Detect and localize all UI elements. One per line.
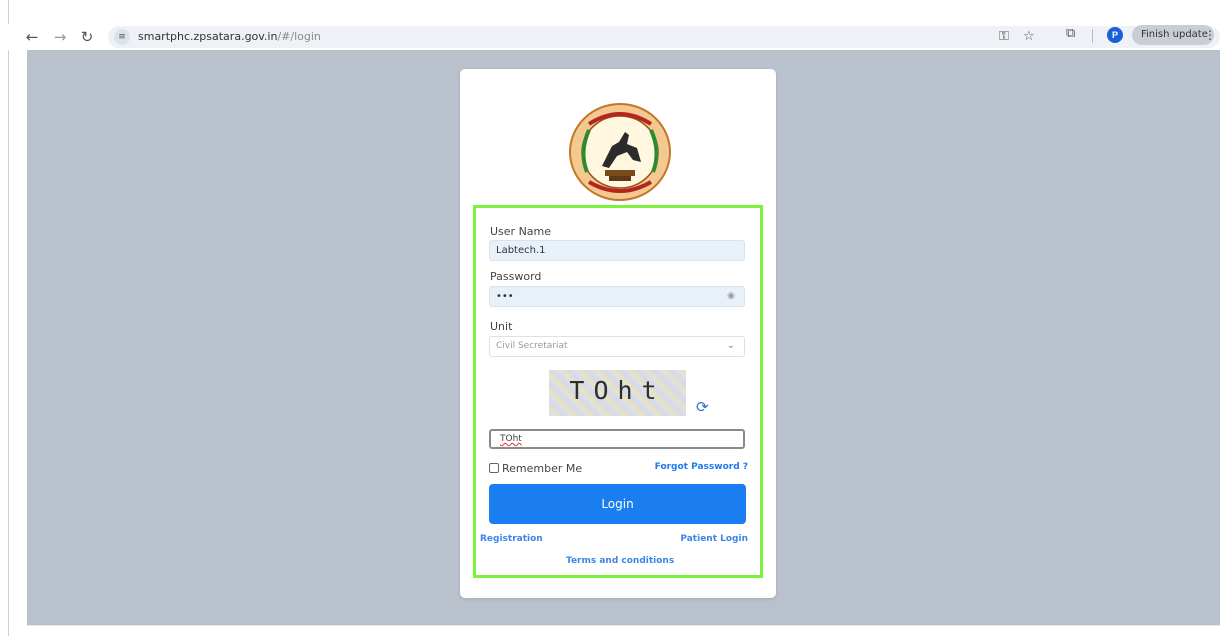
back-arrow-icon[interactable]: ←	[22, 27, 42, 47]
refresh-captcha-icon[interactable]: ⟳	[696, 399, 709, 415]
checkbox-icon[interactable]	[489, 463, 499, 473]
password-value: •••	[496, 291, 514, 302]
reload-icon[interactable]: ↻	[77, 27, 97, 47]
captcha-input-value: TOht	[500, 434, 522, 444]
menu-dots-icon[interactable]: ⋮	[1204, 24, 1216, 46]
address-bar[interactable]: ≡ smartphc.zpsatara.gov.in/#/login ⚿ ☆	[108, 26, 1220, 48]
page-viewport: User Name Labtech.1 Password ••• ◉ Unit …	[27, 50, 1220, 625]
url-text[interactable]: smartphc.zpsatara.gov.in/#/login	[138, 30, 321, 43]
login-button[interactable]: Login	[489, 484, 746, 524]
zp-satara-emblem-logo	[569, 103, 671, 201]
bookmark-star-icon[interactable]: ☆	[1023, 29, 1035, 45]
extensions-icon[interactable]: ⧉	[1066, 26, 1075, 42]
unit-selected-value: Civil Secretariat	[496, 341, 568, 351]
patient-login-link[interactable]: Patient Login	[680, 534, 748, 544]
captcha-input[interactable]: TOht	[489, 429, 745, 449]
unit-label: Unit	[490, 320, 513, 333]
terms-link[interactable]: Terms and conditions	[566, 556, 674, 566]
finish-update-button[interactable]: Finish update	[1132, 25, 1214, 45]
remember-me-label: Remember Me	[502, 462, 583, 475]
toolbar-divider	[1092, 29, 1093, 43]
site-settings-icon[interactable]: ≡	[114, 29, 130, 45]
unit-select[interactable]: Civil Secretariat ⌄	[489, 336, 745, 357]
captcha-text: TOht	[569, 376, 666, 405]
registration-link[interactable]: Registration	[480, 534, 543, 544]
login-form: User Name Labtech.1 Password ••• ◉ Unit …	[473, 205, 763, 578]
captcha-image: TOht	[549, 370, 686, 416]
forward-arrow-icon[interactable]: →	[50, 27, 70, 47]
show-password-eye-icon[interactable]: ◉	[727, 287, 735, 306]
password-input[interactable]: ••• ◉	[489, 286, 745, 307]
username-label: User Name	[490, 225, 552, 238]
password-key-icon[interactable]: ⚿	[999, 29, 1009, 45]
chevron-down-icon: ⌄	[726, 340, 735, 351]
url-host: smartphc.zpsatara.gov.in	[138, 30, 278, 43]
profile-avatar[interactable]: P	[1107, 27, 1123, 43]
password-label: Password	[490, 270, 542, 283]
browser-toolbar: ← → ↻ ≡ smartphc.zpsatara.gov.in/#/login…	[0, 24, 1229, 50]
page-bottom-edge	[27, 625, 1220, 626]
url-path: /#/login	[277, 30, 321, 43]
forgot-password-link[interactable]: Forgot Password ?	[655, 462, 748, 472]
login-card: User Name Labtech.1 Password ••• ◉ Unit …	[460, 69, 776, 598]
remember-me-checkbox[interactable]: Remember Me	[489, 463, 582, 475]
username-input[interactable]: Labtech.1	[489, 240, 745, 261]
